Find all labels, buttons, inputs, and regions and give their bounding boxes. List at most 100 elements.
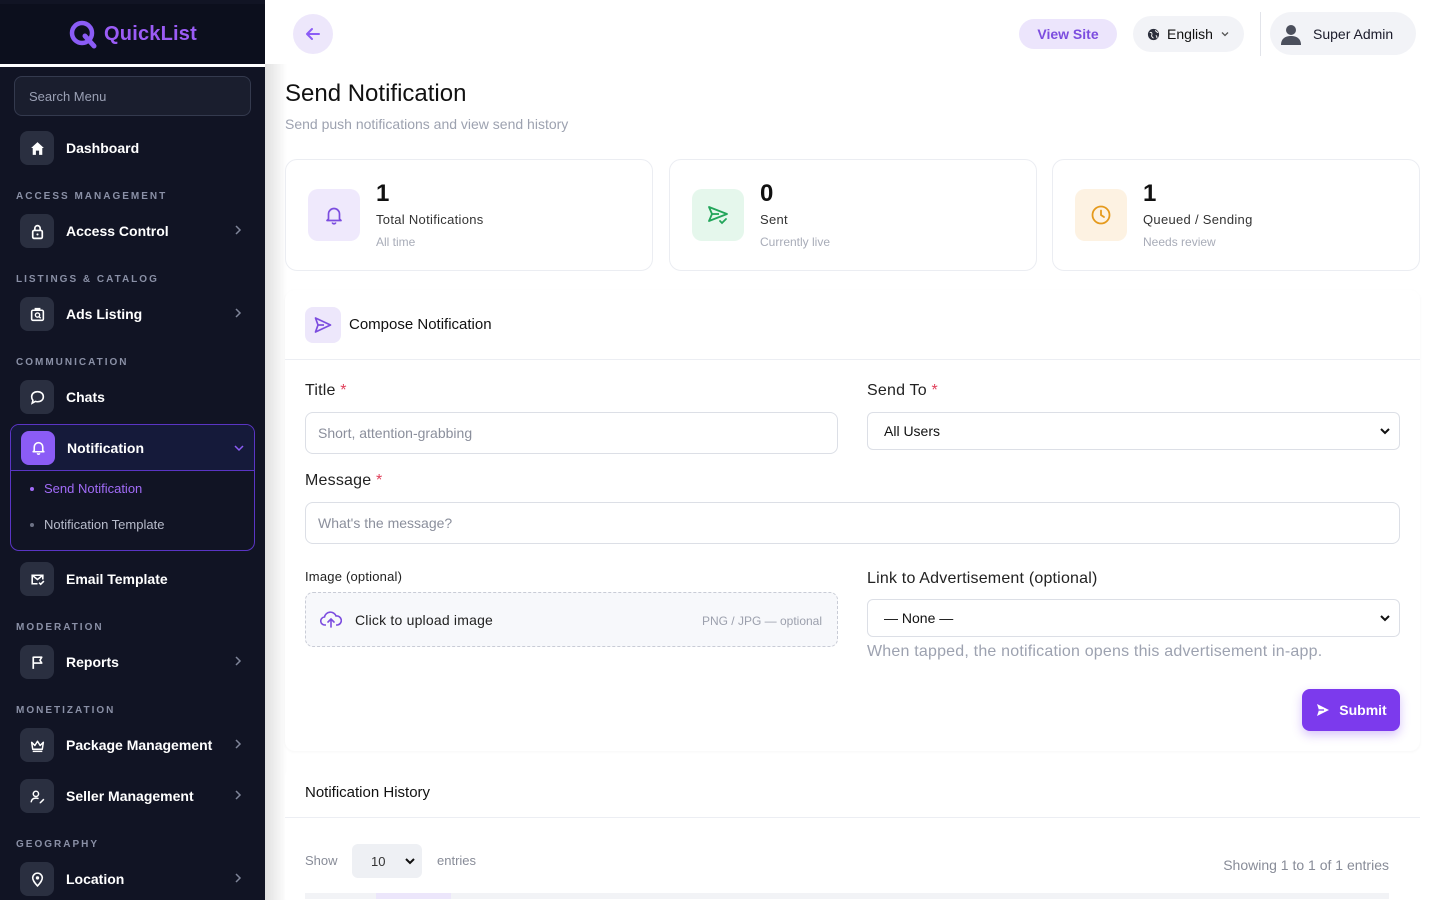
- stat-note: Needs review: [1143, 235, 1216, 249]
- show-label: Show: [305, 853, 338, 868]
- chevron-down-icon: [1380, 428, 1390, 435]
- chevron-down-icon: [1221, 32, 1229, 37]
- sidebar-item-label: Dashboard: [66, 140, 140, 156]
- submit-label: Submit: [1339, 702, 1387, 718]
- chevron-right-icon: [235, 656, 242, 666]
- sidebar-item-email-template[interactable]: Email Template: [10, 556, 255, 602]
- brand[interactable]: QuickList: [0, 4, 265, 64]
- stat-note: Currently live: [760, 235, 831, 249]
- section-geography: GEOGRAPHY: [16, 839, 100, 850]
- lock-icon: [20, 214, 54, 248]
- sidebar-item-chats[interactable]: Chats: [10, 374, 255, 420]
- history-header: Notification History: [285, 767, 1420, 818]
- mail-check-icon: [20, 562, 54, 596]
- bell-icon: [308, 189, 360, 241]
- stat-value: 1: [1143, 180, 1157, 207]
- language-label: English: [1167, 26, 1213, 42]
- message-label: Message *: [305, 472, 383, 489]
- topbar-divider: [1260, 12, 1261, 56]
- image-upload-dropzone[interactable]: Click to upload image PNG / JPG — option…: [305, 592, 838, 647]
- sidebar-item-location[interactable]: Location: [10, 856, 255, 900]
- section-moderation: MODERATION: [16, 622, 104, 633]
- sidebar-item-label: Location: [66, 871, 125, 887]
- section-listings-catalog: LISTINGS & CATALOG: [16, 274, 159, 285]
- sidebar-item-label: Notification: [67, 439, 144, 456]
- title-input[interactable]: [305, 412, 838, 454]
- back-button[interactable]: [293, 14, 333, 54]
- stat-value: 0: [760, 180, 774, 207]
- sidebar-item-label: Access Control: [66, 223, 169, 239]
- language-selector[interactable]: English: [1133, 16, 1244, 52]
- bullet-dot-icon: [30, 486, 34, 491]
- sidebar-item-label: Chats: [66, 389, 105, 405]
- avatar: [1281, 24, 1301, 45]
- stat-label: Sent: [760, 212, 788, 227]
- clock-icon: [1075, 189, 1127, 241]
- sidebar-item-label: Package Management: [66, 737, 213, 753]
- required-marker: *: [931, 382, 938, 399]
- user-menu[interactable]: Super Admin: [1270, 12, 1416, 55]
- user-name: Super Admin: [1313, 25, 1394, 42]
- stat-card-sent: 0 Sent Currently live: [669, 159, 1037, 271]
- table-header-sort-indicator[interactable]: [376, 893, 451, 899]
- sidebar-item-package-management[interactable]: Package Management: [10, 722, 255, 768]
- sidebar-item-notification[interactable]: Notification: [11, 425, 254, 471]
- chevron-right-icon: [235, 739, 242, 749]
- stat-label: Total Notifications: [376, 212, 484, 227]
- chevron-down-icon: [234, 445, 244, 452]
- image-label: Image (optional): [305, 569, 403, 584]
- history-title: Notification History: [305, 784, 431, 801]
- brand-name: QuickList: [104, 22, 197, 45]
- page-title: Send Notification: [285, 80, 467, 107]
- chevron-right-icon: [235, 225, 242, 235]
- upload-note: PNG / JPG — optional: [701, 614, 822, 628]
- bullet-dot-icon: [30, 522, 34, 527]
- send-to-label: Send To *: [867, 382, 938, 399]
- sidebar-item-label: Email Template: [66, 571, 168, 587]
- title-label: Title *: [305, 382, 347, 399]
- compose-header: Compose Notification: [285, 290, 1420, 360]
- sidebar-item-dashboard[interactable]: Dashboard: [10, 125, 255, 171]
- entries-value: 10: [371, 853, 386, 869]
- sidebar-subitem-notification-template[interactable]: Notification Template: [30, 517, 164, 532]
- sidebar-group-notification: Notification Send Notification Notificat…: [10, 424, 255, 551]
- send-check-icon: [692, 189, 744, 241]
- location-pin-icon: [20, 862, 54, 896]
- sidebar-item-label: Reports: [66, 654, 119, 670]
- sidebar-item-reports[interactable]: Reports: [10, 639, 255, 685]
- table-header: [305, 893, 1389, 899]
- stat-note: All time: [376, 235, 416, 249]
- link-ad-value: — None —: [884, 610, 954, 626]
- history-card: Notification History Show 10 entries Sho…: [285, 767, 1420, 900]
- send-to-select[interactable]: All Users: [867, 412, 1400, 450]
- sidebar: QuickList Dashboard ACCESS MANAGEMENT Ac…: [0, 0, 265, 900]
- entries-per-page-select[interactable]: 10: [352, 844, 422, 878]
- home-icon: [20, 131, 54, 165]
- chevron-down-icon: [405, 858, 415, 865]
- sidebar-item-access-control[interactable]: Access Control: [10, 208, 255, 254]
- sidebar-item-seller-management[interactable]: Seller Management: [10, 773, 255, 819]
- link-ad-select[interactable]: — None —: [867, 599, 1400, 637]
- send-icon: [305, 307, 341, 343]
- required-marker: *: [375, 472, 383, 489]
- compose-title: Compose Notification: [349, 316, 492, 333]
- link-ad-hint: When tapped, the notification opens this…: [867, 643, 1323, 660]
- send-icon: [1317, 704, 1330, 716]
- sidebar-item-label: Seller Management: [66, 788, 194, 804]
- crown-icon: [20, 728, 54, 762]
- message-input[interactable]: [305, 502, 1400, 544]
- sidebar-subitem-label: Send Notification: [44, 481, 143, 496]
- search-menu-input[interactable]: [14, 76, 251, 116]
- page-subtitle: Send push notifications and view send hi…: [285, 116, 569, 132]
- section-monetization: MONETIZATION: [16, 705, 116, 716]
- flag-icon: [20, 645, 54, 679]
- compose-card: Compose Notification Title * Send To * A…: [285, 290, 1420, 751]
- required-marker: *: [340, 382, 347, 399]
- sidebar-subitem-send-notification[interactable]: Send Notification: [30, 481, 142, 496]
- link-ad-label: Link to Advertisement (optional): [867, 570, 1098, 587]
- submit-button[interactable]: Submit: [1302, 689, 1400, 731]
- sidebar-item-ads-listing[interactable]: Ads Listing: [10, 291, 255, 337]
- section-communication: COMMUNICATION: [16, 357, 129, 368]
- sidebar-item-label: Ads Listing: [66, 306, 143, 322]
- view-site-button[interactable]: View Site: [1019, 19, 1117, 49]
